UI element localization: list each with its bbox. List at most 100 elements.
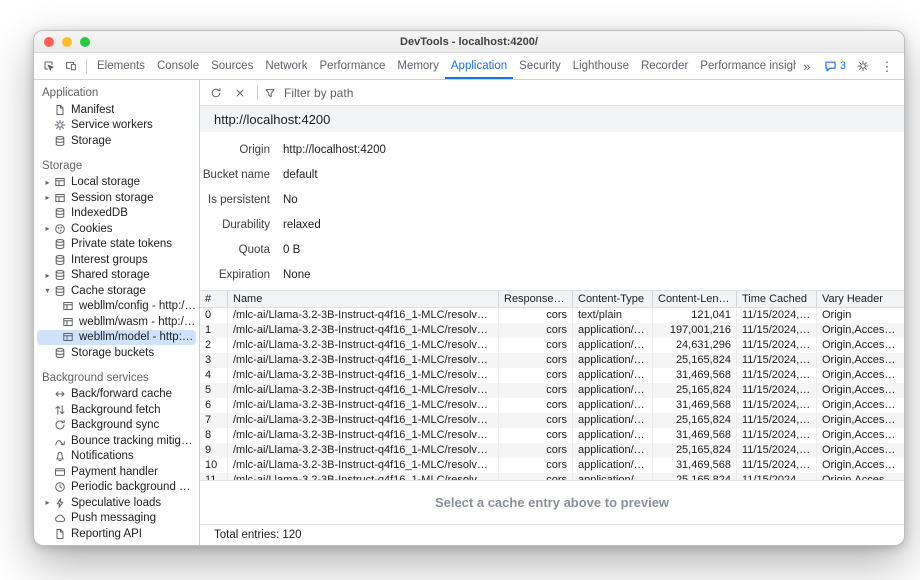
sidebar-item-cache-storage[interactable]: ▾Cache storage [37,283,196,299]
sidebar-item-label: Bounce tracking mitigations [71,435,196,447]
tab-recorder[interactable]: Recorder [635,53,694,79]
column-header-time-cached[interactable]: Time Cached [737,291,817,307]
tab-console[interactable]: Console [151,53,205,79]
expand-arrow-icon[interactable]: ▸ [42,224,53,233]
zoom-button[interactable] [80,37,90,47]
table-cell: /mlc-ai/Llama-3.2-3B-Instruct-q4f16_1-ML… [228,353,499,368]
table-cell: 11/15/2024, 10… [737,308,817,323]
table-row[interactable]: 1/mlc-ai/Llama-3.2-3B-Instruct-q4f16_1-M… [200,323,904,338]
refresh-button[interactable] [205,82,227,104]
expand-arrow-icon[interactable]: ▸ [42,498,53,507]
sidebar-item-payment-handler[interactable]: Payment handler [37,464,196,480]
column-header-response-type[interactable]: Response-Type [499,291,573,307]
total-entries: Total entries: 120 [200,524,904,545]
metadata-row: Bucket namedefault [200,162,904,187]
close-button[interactable] [44,37,54,47]
more-tabs-button[interactable]: » [796,55,818,77]
metadata-label: Quota [200,244,270,256]
tab-performance-insights[interactable]: Performance insights [694,53,796,79]
sidebar-item-storage[interactable]: Storage [37,133,196,149]
settings-button[interactable] [852,55,874,77]
expand-arrow-icon[interactable]: ▸ [42,178,53,187]
table-row[interactable]: 4/mlc-ai/Llama-3.2-3B-Instruct-q4f16_1-M… [200,368,904,383]
table-row[interactable]: 9/mlc-ai/Llama-3.2-3B-Instruct-q4f16_1-M… [200,443,904,458]
table-cell: 121,041 [653,308,737,323]
table-cell: Origin,Access… [817,473,904,480]
table-icon [53,192,67,204]
messages-badge[interactable]: 3 [820,60,850,73]
sidebar-item-label: Notifications [71,450,134,462]
sidebar-item-cookies[interactable]: ▸Cookies [37,221,196,237]
sidebar-item-label: Storage buckets [71,347,154,359]
sidebar-item-indexeddb[interactable]: IndexedDB [37,206,196,222]
column-header-name[interactable]: Name [228,291,499,307]
tab-label: Memory [397,60,439,72]
tab-sources[interactable]: Sources [205,53,259,79]
minimize-button[interactable] [62,37,72,47]
table-cell: 11/15/2024, 10… [737,338,817,353]
tab-elements[interactable]: Elements [91,53,151,79]
tab-security[interactable]: Security [513,53,567,79]
sidebar-item-manifest[interactable]: Manifest [37,102,196,118]
table-row[interactable]: 8/mlc-ai/Llama-3.2-3B-Instruct-q4f16_1-M… [200,428,904,443]
inspect-element-button[interactable] [38,55,60,77]
table-row[interactable]: 11/mlc-ai/Llama-3.2-3B-Instruct-q4f16_1-… [200,473,904,480]
sidebar-item-webllm-wasm-http-loca[interactable]: webllm/wasm - http://loca… [37,314,196,330]
sidebar-item-webllm-config-http-loc[interactable]: webllm/config - http://loc… [37,299,196,315]
table-row[interactable]: 3/mlc-ai/Llama-3.2-3B-Instruct-q4f16_1-M… [200,353,904,368]
cache-table-rows: 0/mlc-ai/Llama-3.2-3B-Instruct-q4f16_1-M… [200,308,904,480]
table-cell: 11 [200,473,228,480]
table-row[interactable]: 5/mlc-ai/Llama-3.2-3B-Instruct-q4f16_1-M… [200,383,904,398]
sidebar-item-push-messaging[interactable]: Push messaging [37,511,196,527]
database-icon [53,207,67,219]
column-header-content-type[interactable]: Content-Type [573,291,653,307]
table-row[interactable]: 10/mlc-ai/Llama-3.2-3B-Instruct-q4f16_1-… [200,458,904,473]
more-options-button[interactable]: ⋮ [876,55,898,77]
table-cell: application/oc… [573,413,653,428]
table-cell: /mlc-ai/Llama-3.2-3B-Instruct-q4f16_1-ML… [228,368,499,383]
tab-application[interactable]: Application [445,53,513,79]
document-icon [53,528,67,540]
table-row[interactable]: 2/mlc-ai/Llama-3.2-3B-Instruct-q4f16_1-M… [200,338,904,353]
tab-performance[interactable]: Performance [314,53,392,79]
sidebar-item-notifications[interactable]: Notifications [37,449,196,465]
collapse-arrow-icon[interactable]: ▾ [42,286,53,295]
sidebar-item-back-forward-cache[interactable]: Back/forward cache [37,387,196,403]
sidebar-item-webllm-model-http-loc[interactable]: webllm/model - http://loc… [37,330,196,346]
sidebar-item-storage-buckets[interactable]: Storage buckets [37,345,196,361]
devtools-tab-bar: ElementsConsoleSources Network Performance… [34,53,904,80]
sidebar-item-interest-groups[interactable]: Interest groups [37,252,196,268]
table-cell: 11/15/2024, 10… [737,428,817,443]
delete-selected-button[interactable] [229,82,251,104]
sidebar-item-background-fetch[interactable]: Background fetch [37,402,196,418]
expand-arrow-icon[interactable]: ▸ [42,271,53,280]
tab-network[interactable]: Network [259,53,313,79]
column-header-index[interactable]: # [200,291,228,307]
device-toolbar-button[interactable] [60,55,82,77]
sidebar-item-bounce-tracking-mitigations[interactable]: Bounce tracking mitigations [37,433,196,449]
table-row[interactable]: 7/mlc-ai/Llama-3.2-3B-Instruct-q4f16_1-M… [200,413,904,428]
column-header-vary-header[interactable]: Vary Header [817,291,904,307]
table-cell: cors [499,353,573,368]
sidebar-item-service-workers[interactable]: Service workers [37,118,196,134]
filter-input[interactable] [282,85,432,101]
sidebar-item-periodic-background-sync[interactable]: Periodic background sync [37,480,196,496]
sidebar-item-shared-storage[interactable]: ▸Shared storage [37,268,196,284]
sidebar-item-local-storage[interactable]: ▸Local storage [37,175,196,191]
tab-memory[interactable]: Memory [391,53,445,79]
window-titlebar: DevTools - localhost:4200/ [34,31,904,53]
cache-storage-panel: http://localhost:4200 Originhttp://local… [200,80,904,545]
sidebar-item-session-storage[interactable]: ▸Session storage [37,190,196,206]
expand-arrow-icon[interactable]: ▸ [42,193,53,202]
column-header-content-length[interactable]: Content-Length [653,291,737,307]
sidebar-item-speculative-loads[interactable]: ▸Speculative loads [37,495,196,511]
tab-lighthouse[interactable]: Lighthouse [567,53,635,79]
devtools-tabs: ElementsConsoleSources Network Performance… [91,53,796,79]
tab-label: Network [265,60,307,72]
sidebar-item-reporting-api[interactable]: Reporting API [37,526,196,542]
filter-icon [264,87,276,99]
table-row[interactable]: 0/mlc-ai/Llama-3.2-3B-Instruct-q4f16_1-M… [200,308,904,323]
sidebar-item-background-sync[interactable]: Background sync [37,418,196,434]
sidebar-item-private-state-tokens[interactable]: Private state tokens [37,237,196,253]
table-row[interactable]: 6/mlc-ai/Llama-3.2-3B-Instruct-q4f16_1-M… [200,398,904,413]
